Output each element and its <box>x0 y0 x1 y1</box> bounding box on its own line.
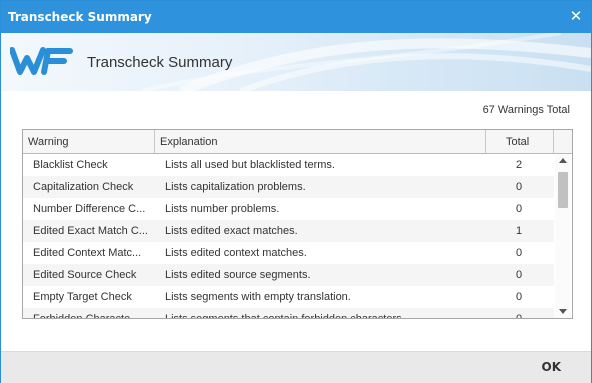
explanation-cell: Lists edited exact matches. <box>165 225 298 237</box>
scroll-thumb[interactable] <box>558 172 568 208</box>
table-row[interactable]: Edited Source Check Lists edited source … <box>23 264 554 286</box>
header-banner: Transcheck Summary <box>1 33 591 91</box>
column-header-warning[interactable]: Warning <box>23 130 155 153</box>
table-body: Blacklist Check Lists all used but black… <box>23 154 554 318</box>
table-row[interactable]: Edited Exact Match C... Lists edited exa… <box>23 220 554 242</box>
explanation-cell: Lists capitalization problems. <box>165 181 306 193</box>
column-header-total[interactable]: Total <box>486 130 554 153</box>
warning-cell: Blacklist Check <box>33 159 108 171</box>
vertical-scrollbar[interactable] <box>555 154 571 318</box>
total-cell: 0 <box>515 203 523 215</box>
warning-cell: Empty Target Check <box>33 291 132 303</box>
window-title: Transcheck Summary <box>8 10 152 24</box>
transcheck-summary-dialog: Transcheck Summary ✕ Transcheck Summary … <box>0 0 592 383</box>
total-cell: 0 <box>515 247 523 259</box>
total-cell: 0 <box>515 269 523 281</box>
banner-title: Transcheck Summary <box>87 54 233 71</box>
title-bar[interactable]: Transcheck Summary ✕ <box>1 1 591 33</box>
close-icon[interactable]: ✕ <box>567 7 585 25</box>
total-cell: 1 <box>515 225 523 237</box>
warning-cell: Capitalization Check <box>33 181 134 193</box>
table-row[interactable]: Edited Context Matc... Lists edited cont… <box>23 242 554 264</box>
warning-cell: Forbidden Characte... <box>33 308 155 318</box>
warning-cell: Edited Exact Match C... <box>33 225 148 237</box>
table-row[interactable]: Capitalization Check Lists capitalizatio… <box>23 176 554 198</box>
total-cell: 0 <box>515 181 523 193</box>
scroll-down-arrow-icon[interactable] <box>559 309 567 314</box>
warning-cell: Edited Context Matc... <box>33 247 142 259</box>
explanation-cell: Lists all used but blacklisted terms. <box>165 159 335 171</box>
column-header-explanation[interactable]: Explanation <box>155 130 486 153</box>
total-cell: 2 <box>515 159 523 171</box>
table-row[interactable]: Number Difference C... Lists number prob… <box>23 198 554 220</box>
ok-button[interactable]: OK <box>542 360 562 374</box>
table-row[interactable]: Empty Target Check Lists segments with e… <box>23 286 554 308</box>
table-header: Warning Explanation Total <box>23 130 572 154</box>
explanation-cell: Lists edited source segments. <box>165 269 311 281</box>
warning-cell: Edited Source Check <box>33 269 137 281</box>
warnings-total-label: 67 Warnings Total <box>482 104 570 116</box>
explanation-cell: Lists segments with empty translation. <box>165 291 351 303</box>
explanation-cell: Lists edited context matches. <box>165 247 307 259</box>
wordfast-logo-icon <box>10 47 73 75</box>
total-cell: 0 <box>515 291 523 303</box>
total-cell: 0 <box>509 308 529 318</box>
dialog-footer: OK <box>1 351 591 383</box>
table-row[interactable]: Blacklist Check Lists all used but black… <box>23 154 554 176</box>
table-row[interactable]: Forbidden Characte... Lists segments tha… <box>23 308 554 318</box>
explanation-cell: Lists segments that contain forbidden ch… <box>165 308 495 318</box>
warnings-table: Warning Explanation Total Blacklist Chec… <box>22 129 573 319</box>
warning-cell: Number Difference C... <box>33 203 146 215</box>
scroll-up-arrow-icon[interactable] <box>559 158 567 163</box>
explanation-cell: Lists number problems. <box>165 203 280 215</box>
